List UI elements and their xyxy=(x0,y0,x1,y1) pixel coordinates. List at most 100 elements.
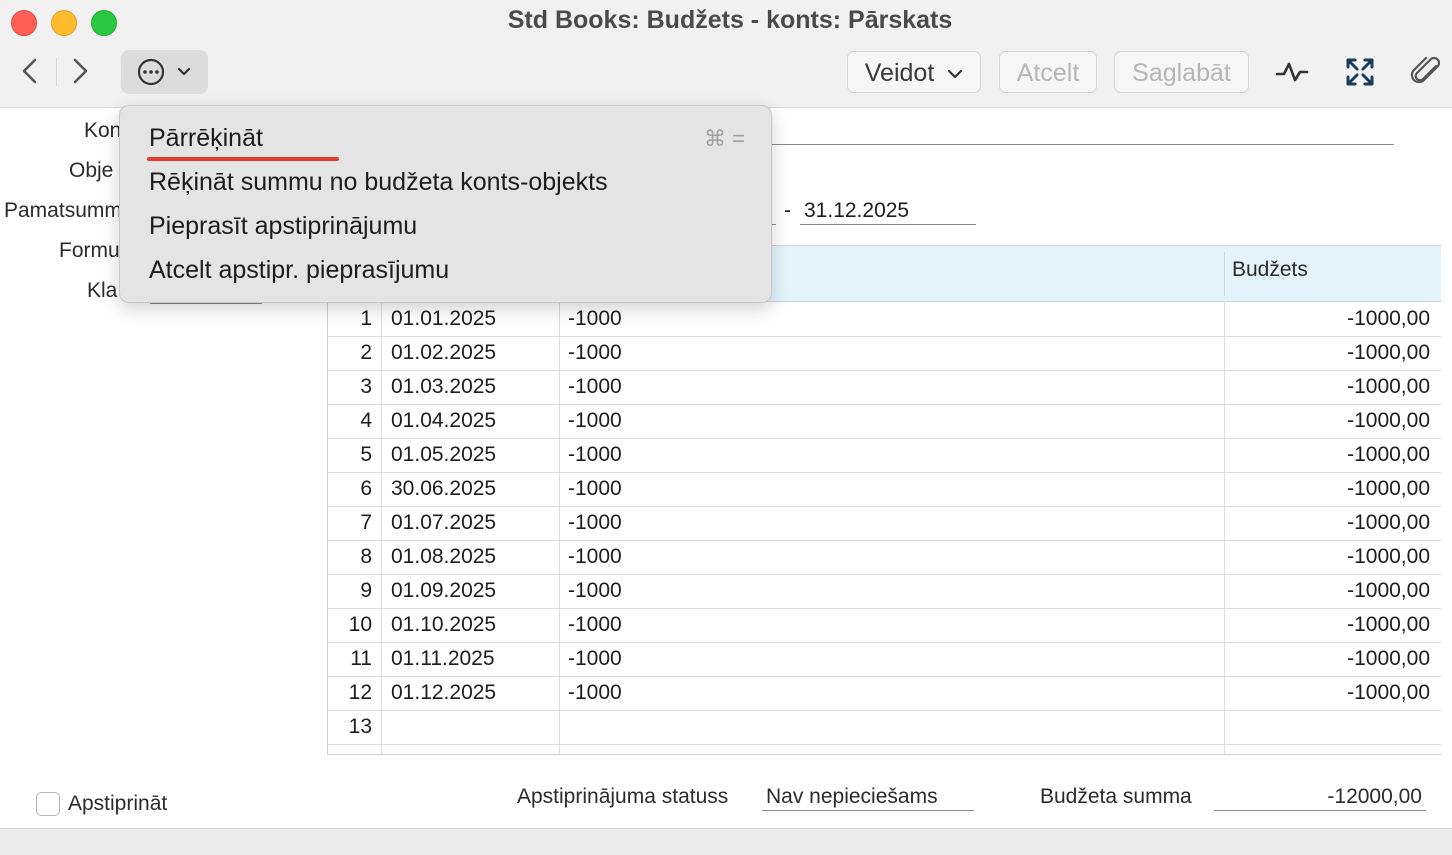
budget-cell: -1000,00 xyxy=(1347,375,1430,398)
value-cell: -1000 xyxy=(568,511,622,534)
date-to-underline xyxy=(800,224,976,225)
table-row[interactable]: 2 01.02.2025 -1000 -1000,00 xyxy=(328,336,1441,371)
grid-header-separator xyxy=(1224,252,1225,296)
row-number: 8 xyxy=(360,545,372,568)
date-cell: 01.09.2025 xyxy=(391,579,497,602)
table-row[interactable]: 5 01.05.2025 -1000 -1000,00 xyxy=(328,438,1441,473)
date-cell: 01.01.2025 xyxy=(391,307,497,330)
menu-item-atcelt-pieprasijumu[interactable]: Atcelt apstipr. pieprasījumu xyxy=(149,256,449,285)
konts-field-underline xyxy=(770,144,1394,145)
date-cell: 01.11.2025 xyxy=(391,647,495,670)
sum-underline xyxy=(1214,810,1426,811)
actions-menu-button[interactable] xyxy=(121,50,208,94)
row-number: 9 xyxy=(360,579,372,602)
table-row[interactable]: 11 01.11.2025 -1000 -1000,00 xyxy=(328,642,1441,677)
table-row[interactable]: 7 01.07.2025 -1000 -1000,00 xyxy=(328,506,1441,541)
date-cell: 01.02.2025 xyxy=(391,341,497,364)
status-bar xyxy=(0,828,1452,855)
paperclip-icon[interactable] xyxy=(1410,54,1446,90)
row-number: 13 xyxy=(348,715,372,738)
row-number: 11 xyxy=(350,647,372,670)
ellipsis-circle-icon xyxy=(137,58,191,86)
activity-graph-icon[interactable] xyxy=(1274,54,1310,90)
value-cell: -1000 xyxy=(568,409,622,432)
form-label-pamatsumma: Pamatsumm xyxy=(4,199,122,222)
date-cell: 01.03.2025 xyxy=(391,375,497,398)
budget-cell: -1000,00 xyxy=(1347,579,1430,602)
atcelt-button[interactable]: Atcelt xyxy=(999,51,1097,93)
date-cell: 01.07.2025 xyxy=(391,511,497,534)
approve-checkbox[interactable] xyxy=(36,792,60,816)
saglabat-button[interactable]: Saglabāt xyxy=(1114,51,1249,93)
window-title: Std Books: Budžets - konts: Pārskats xyxy=(507,6,953,34)
row-number: 10 xyxy=(348,613,372,636)
row-number: 1 xyxy=(360,307,372,330)
forward-button[interactable] xyxy=(64,55,96,87)
form-label-objekts: Obje xyxy=(69,159,114,182)
value-cell: -1000 xyxy=(568,307,622,330)
value-cell: -1000 xyxy=(568,477,622,500)
date-separator: - xyxy=(784,199,791,222)
chevron-right-icon xyxy=(73,58,88,84)
value-cell: -1000 xyxy=(568,375,622,398)
budget-cell: -1000,00 xyxy=(1347,307,1430,330)
budget-cell: -1000,00 xyxy=(1347,647,1430,670)
table-row[interactable]: 8 01.08.2025 -1000 -1000,00 xyxy=(328,540,1441,575)
table-row[interactable]: 4 01.04.2025 -1000 -1000,00 xyxy=(328,404,1441,439)
budget-cell: -1000,00 xyxy=(1347,341,1430,364)
value-cell: -1000 xyxy=(568,613,622,636)
highlight-underline xyxy=(147,157,339,161)
budget-grid: Budžets 1 01.01.2025 -1000 -1000,00 2 01.02.2… xyxy=(327,245,1441,755)
grid-header-budzets[interactable]: Budžets xyxy=(1232,258,1308,282)
date-cell: 30.06.2025 xyxy=(391,477,497,500)
status-underline xyxy=(762,810,974,811)
row-number: 5 xyxy=(360,443,372,466)
budget-cell: -1000,00 xyxy=(1347,681,1430,704)
sum-value: -12000,00 xyxy=(1327,785,1422,808)
row-number: 7 xyxy=(360,511,372,534)
back-button[interactable] xyxy=(14,55,46,87)
nav-separator xyxy=(56,58,57,86)
value-cell: -1000 xyxy=(568,647,622,670)
window-titlebar: Std Books: Budžets - konts: Pārskats Vei… xyxy=(0,0,1452,108)
date-to-field[interactable]: 31.12.2025 xyxy=(804,199,909,223)
budget-cell: -1000,00 xyxy=(1347,477,1430,500)
value-cell: -1000 xyxy=(568,341,622,364)
row-number: 4 xyxy=(360,409,372,432)
approve-label: Apstiprināt xyxy=(68,792,168,815)
menu-item-parrekinat[interactable]: Pārrēķināt xyxy=(149,124,263,153)
form-label-konts: Kon xyxy=(84,119,122,142)
date-cell: 01.12.2025 xyxy=(391,681,497,704)
menu-shortcut-parrekinat: ⌘ = xyxy=(704,126,745,151)
row-number: 6 xyxy=(360,477,372,500)
value-cell: -1000 xyxy=(568,579,622,602)
form-label-formula: Formu xyxy=(59,239,120,262)
actions-dropdown-menu: Pārrēķināt ⌘ = Rēķināt summu no budžeta … xyxy=(119,105,772,303)
date-cell: 01.04.2025 xyxy=(391,409,497,432)
row-number: 12 xyxy=(348,681,372,704)
budget-cell: -1000,00 xyxy=(1347,545,1430,568)
date-cell: 01.10.2025 xyxy=(391,613,497,636)
value-cell: -1000 xyxy=(568,681,622,704)
table-row[interactable]: 6 30.06.2025 -1000 -1000,00 xyxy=(328,472,1441,507)
menu-item-rekinat-summu[interactable]: Rēķināt summu no budžeta konts-objekts xyxy=(149,168,608,197)
budget-cell: -1000,00 xyxy=(1347,409,1430,432)
value-cell: -1000 xyxy=(568,443,622,466)
table-row[interactable]: 10 01.10.2025 -1000 -1000,00 xyxy=(328,608,1441,643)
value-cell: -1000 xyxy=(568,545,622,568)
sum-label: Budžeta summa xyxy=(1040,785,1192,808)
status-value: Nav nepieciešams xyxy=(766,785,938,808)
veidot-button[interactable]: Veidot xyxy=(847,51,981,93)
form-label-klase: Kla xyxy=(87,279,118,302)
date-cell: 01.08.2025 xyxy=(391,545,497,568)
table-row[interactable]: 1 01.01.2025 -1000 -1000,00 xyxy=(328,302,1441,337)
budget-cell: -1000,00 xyxy=(1347,613,1430,636)
table-row[interactable]: 13 xyxy=(328,710,1441,745)
table-row[interactable]: 9 01.09.2025 -1000 -1000,00 xyxy=(328,574,1441,609)
row-number: 2 xyxy=(360,341,372,364)
menu-item-pieprasit[interactable]: Pieprasīt apstiprinājumu xyxy=(149,212,417,241)
fullscreen-icon[interactable] xyxy=(1342,54,1378,90)
table-row[interactable]: 3 01.03.2025 -1000 -1000,00 xyxy=(328,370,1441,405)
status-label: Apstiprinājuma statuss xyxy=(517,785,729,808)
table-row[interactable]: 12 01.12.2025 -1000 -1000,00 xyxy=(328,676,1441,711)
